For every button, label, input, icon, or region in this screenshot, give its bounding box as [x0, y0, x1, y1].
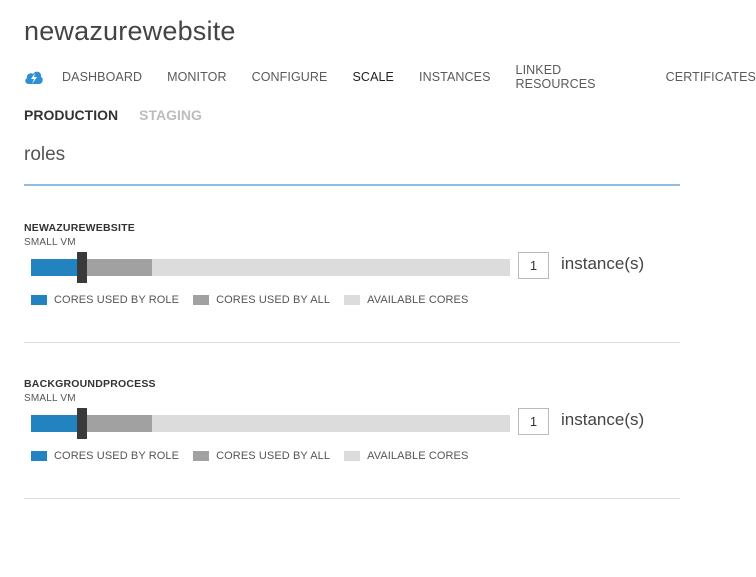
- instance-count-input[interactable]: [518, 252, 549, 279]
- tab-configure[interactable]: CONFIGURE: [252, 70, 328, 84]
- environment-tabs: PRODUCTION STAGING: [24, 107, 223, 123]
- cores-legend: CORES USED BY ROLE CORES USED BY ALL AVA…: [31, 450, 482, 462]
- legend-label: CORES USED BY ALL: [216, 294, 331, 306]
- legend-swatch-used-by-role: [31, 451, 47, 461]
- instance-unit-label: instance(s): [561, 410, 645, 429]
- role-divider: [24, 498, 680, 499]
- cloud-service-icon[interactable]: [24, 68, 44, 86]
- role-divider: [24, 342, 680, 343]
- role-name: BACKGROUNDPROCESS: [24, 378, 156, 390]
- legend-swatch-available: [344, 451, 361, 461]
- role-vm-size: SMALL VM: [24, 237, 76, 248]
- legend-item-used-by-all: CORES USED BY ALL: [193, 294, 330, 306]
- legend-swatch-used-by-role: [31, 295, 47, 305]
- tab-linked-resources[interactable]: LINKED RESOURCES: [516, 63, 641, 91]
- legend-label: CORES USED BY ROLE: [54, 294, 180, 306]
- tab-production[interactable]: PRODUCTION: [24, 107, 118, 123]
- legend-label: CORES USED BY ROLE: [54, 450, 180, 462]
- tab-monitor[interactable]: MONITOR: [167, 70, 227, 84]
- section-title: roles: [24, 144, 66, 165]
- cores-used-by-all-bar: [83, 415, 152, 432]
- instance-count-input[interactable]: [518, 408, 549, 435]
- cores-used-by-role-bar: [31, 415, 77, 432]
- legend-item-used-by-role: CORES USED BY ROLE: [31, 294, 179, 306]
- legend-swatch-used-by-all: [193, 451, 210, 461]
- role-name: NEWAZUREWEBSITE: [24, 222, 135, 234]
- role-backgroundprocess: BACKGROUNDPROCESS SMALL VM instance(s) C…: [24, 378, 680, 499]
- tab-staging[interactable]: STAGING: [139, 107, 202, 123]
- cores-used-by-all-bar: [83, 259, 152, 276]
- legend-label: AVAILABLE CORES: [367, 450, 469, 462]
- instance-slider[interactable]: [31, 252, 510, 283]
- tab-dashboard[interactable]: DASHBOARD: [62, 70, 142, 84]
- legend-item-available: AVAILABLE CORES: [344, 450, 468, 462]
- instance-slider[interactable]: [31, 408, 510, 439]
- instance-unit-label: instance(s): [561, 254, 645, 273]
- cores-legend: CORES USED BY ROLE CORES USED BY ALL AVA…: [31, 294, 482, 306]
- page-title: newazurewebsite: [24, 16, 236, 46]
- cores-used-by-role-bar: [31, 259, 77, 276]
- tab-instances[interactable]: INSTANCES: [419, 70, 491, 84]
- slider-handle[interactable]: [77, 408, 87, 439]
- legend-swatch-available: [344, 295, 361, 305]
- legend-label: CORES USED BY ALL: [216, 450, 331, 462]
- legend-item-used-by-all: CORES USED BY ALL: [193, 450, 330, 462]
- legend-swatch-used-by-all: [193, 295, 210, 305]
- slider-handle[interactable]: [77, 252, 87, 283]
- section-divider: [24, 184, 680, 186]
- legend-item-available: AVAILABLE CORES: [344, 294, 468, 306]
- tab-certificates[interactable]: CERTIFICATES: [666, 70, 756, 84]
- top-navigation: DASHBOARD MONITOR CONFIGURE SCALE INSTAN…: [24, 63, 756, 91]
- tab-scale[interactable]: SCALE: [353, 70, 395, 84]
- legend-label: AVAILABLE CORES: [367, 294, 469, 306]
- role-newazurewebsite: NEWAZUREWEBSITE SMALL VM instance(s) COR…: [24, 222, 680, 343]
- role-vm-size: SMALL VM: [24, 393, 76, 404]
- legend-item-used-by-role: CORES USED BY ROLE: [31, 450, 179, 462]
